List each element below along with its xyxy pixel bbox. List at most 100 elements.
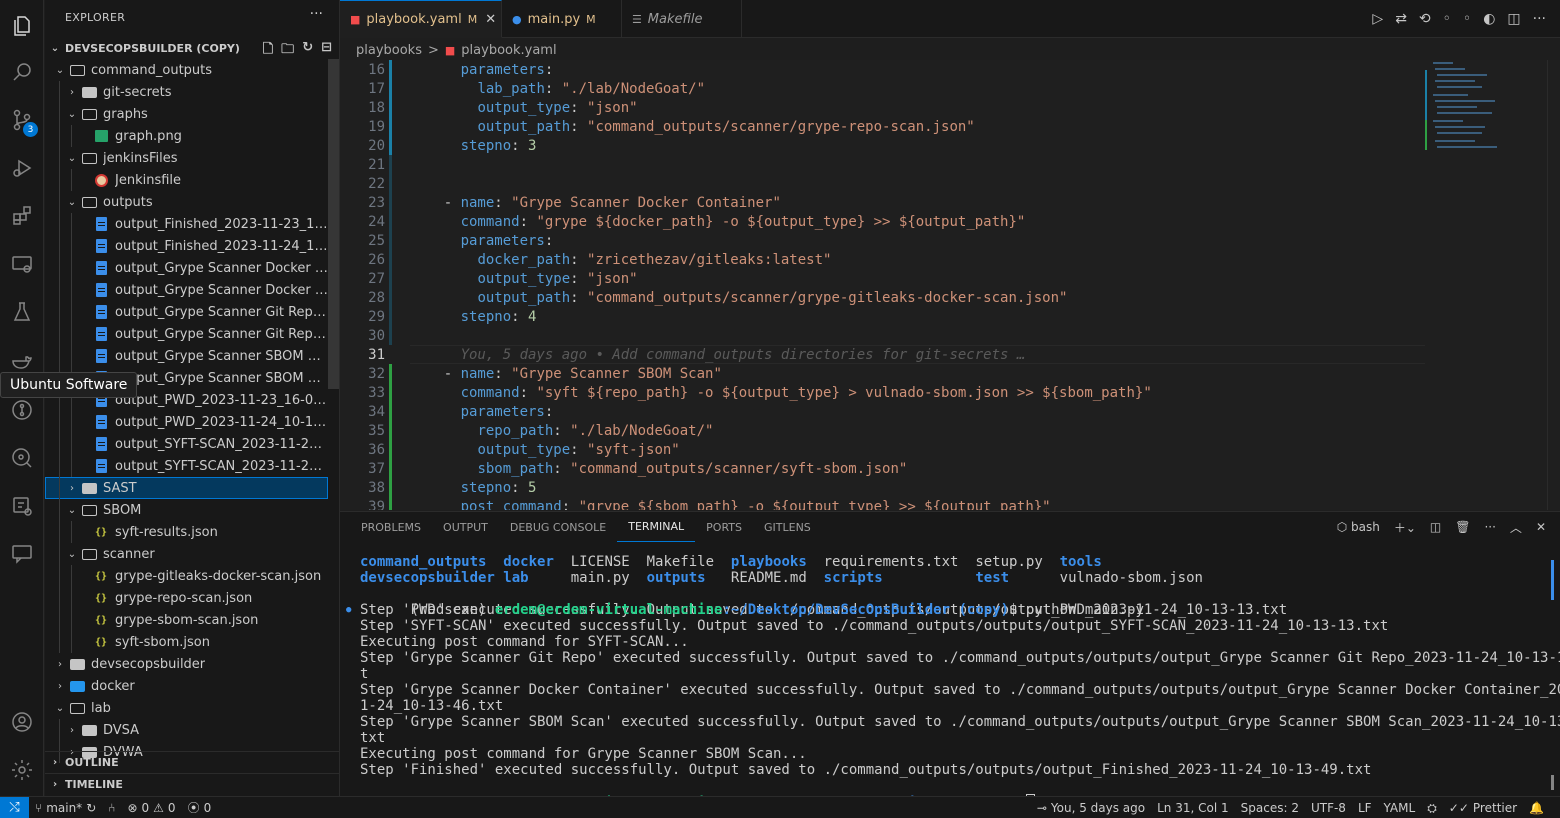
code-line[interactable]: command: "grype ${docker_path} -o ${outp…	[410, 213, 1026, 232]
search-icon[interactable]	[0, 50, 44, 94]
more-actions-icon[interactable]: ···	[1533, 11, 1546, 27]
panel-tab[interactable]: PORTS	[695, 512, 753, 542]
tab-playbook-yaml[interactable]: ■ playbook.yaml M ✕	[340, 0, 502, 38]
code-line[interactable]: output_path: "command_outputs/scanner/gr…	[410, 289, 1067, 308]
ports-indicator[interactable]: ⦿ 0	[182, 799, 218, 816]
panel-tab[interactable]: OUTPUT	[432, 512, 499, 542]
extensions-icon[interactable]	[0, 194, 44, 238]
code-line[interactable]: lab_path: "./lab/NodeGoat/"	[410, 80, 705, 99]
tree-item[interactable]: ⌄ lab	[45, 697, 328, 719]
split-terminal-icon[interactable]: ◫	[1430, 520, 1441, 534]
containers-icon[interactable]	[0, 484, 44, 528]
tree-item[interactable]: ⌄ SBOM	[45, 499, 328, 521]
tree-item[interactable]: output_Finished_2023-11-24_10-13...	[45, 235, 328, 257]
tree-item[interactable]: output_SYFT-SCAN_2023-11-23_16...	[45, 433, 328, 455]
tree-item[interactable]: › docker	[45, 675, 328, 697]
gitlens-inspect-icon[interactable]	[0, 436, 44, 480]
code-line[interactable]: output_type: "syft-json"	[410, 441, 679, 460]
trash-icon[interactable]: 🗑	[1455, 520, 1470, 534]
tree-item[interactable]: {} grype-gitleaks-docker-scan.json	[45, 565, 328, 587]
tree-item[interactable]: output_Grype Scanner Git Repo_20...	[45, 301, 328, 323]
maximize-panel-icon[interactable]: ︿	[1510, 519, 1522, 536]
terminal-shell-selector[interactable]: ⬡ bash	[1337, 520, 1380, 534]
sync-icon[interactable]: ↻	[86, 801, 96, 815]
breadcrumb-folder[interactable]: playbooks	[356, 43, 422, 58]
code-line[interactable]: stepno: 3	[410, 137, 537, 156]
tree-item[interactable]: {} grype-repo-scan.json	[45, 587, 328, 609]
terminal-output[interactable]: command_outputs docker LICENSE Makefile …	[346, 554, 1560, 811]
breadcrumb-file[interactable]: playbook.yaml	[461, 43, 556, 58]
tree-item[interactable]: › DVSA	[45, 719, 328, 741]
settings-gear-icon[interactable]	[0, 748, 44, 792]
language-mode[interactable]: YAML	[1378, 801, 1422, 815]
tab-main-py[interactable]: ● main.py M	[502, 0, 622, 38]
indentation[interactable]: Spaces: 2	[1235, 801, 1305, 815]
compare-changes-icon[interactable]: ⇄	[1395, 11, 1407, 27]
panel-tab[interactable]: GITLENS	[753, 512, 822, 542]
source-control-icon[interactable]: 3	[0, 98, 44, 142]
next-change-icon[interactable]: ◦	[1463, 11, 1471, 27]
tree-item[interactable]: output_Grype Scanner Git Repo_20...	[45, 323, 328, 345]
tree-item[interactable]: graph.png	[45, 125, 328, 147]
branch-indicator[interactable]: ⑂ main* ↻	[29, 801, 102, 815]
gitlens-blame-status[interactable]: ⊸ You, 5 days ago	[1031, 801, 1151, 815]
sidebar-scrollbar[interactable]	[328, 59, 339, 389]
testing-icon[interactable]	[0, 290, 44, 334]
code-line[interactable]: post_command: "grype ${sbom_path} -o ${o…	[410, 498, 1051, 510]
gitlens-blame-icon[interactable]: ◐	[1483, 11, 1495, 27]
outline-section[interactable]: › OUTLINE	[45, 751, 339, 773]
encoding[interactable]: UTF-8	[1305, 801, 1352, 815]
tree-item[interactable]: {} grype-sbom-scan.json	[45, 609, 328, 631]
tree-item[interactable]: › SAST	[45, 477, 328, 499]
code-line[interactable]: sbom_path: "command_outputs/scanner/syft…	[410, 460, 907, 479]
panel-tab[interactable]: PROBLEMS	[350, 512, 432, 542]
code-line[interactable]: parameters:	[410, 61, 554, 80]
code-line[interactable]: You, 5 days ago • Add command_outputs di…	[410, 346, 1026, 365]
tab-makefile[interactable]: ☰ Makefile	[622, 0, 742, 38]
remote-explorer-icon[interactable]	[0, 242, 44, 286]
tree-item[interactable]: output_Grype Scanner Docker Cont...	[45, 257, 328, 279]
close-icon[interactable]: ✕	[1536, 520, 1546, 534]
minimap[interactable]	[1425, 60, 1547, 510]
more-actions-icon[interactable]: ···	[1484, 520, 1495, 534]
terminal-scrollbar[interactable]	[1551, 560, 1554, 790]
prettier-status[interactable]: ✓✓ Prettier	[1443, 801, 1523, 815]
end-of-line[interactable]: LF	[1352, 801, 1378, 815]
code-line[interactable]: output_path: "command_outputs/scanner/gr…	[410, 118, 974, 137]
code-line[interactable]: command: "syft ${repo_path} -o ${output_…	[410, 384, 1152, 403]
code-line[interactable]: stepno: 4	[410, 308, 537, 327]
tree-item[interactable]: {} syft-sbom.json	[45, 631, 328, 653]
panel-tab[interactable]: TERMINAL	[617, 512, 696, 542]
editor-scrollbar[interactable]	[1547, 60, 1560, 510]
code-line[interactable]: output_type: "json"	[410, 270, 637, 289]
remote-indicator-icon[interactable]: ⤭	[0, 796, 29, 818]
tree-item[interactable]: ⌄ jenkinsFiles	[45, 147, 328, 169]
previous-change-icon[interactable]: ◦	[1443, 11, 1451, 27]
tree-item[interactable]: ⌄ outputs	[45, 191, 328, 213]
tree-item[interactable]: › git-secrets	[45, 81, 328, 103]
close-icon[interactable]: ✕	[485, 12, 496, 27]
code-editor[interactable]: 16 parameters: 17 lab_path: "./lab/NodeGo…	[340, 60, 1425, 510]
tree-item[interactable]: ⌄ scanner	[45, 543, 328, 565]
explorer-icon[interactable]	[0, 4, 44, 48]
code-line[interactable]: docker_path: "zricethezav/gitleaks:lates…	[410, 251, 831, 270]
code-line[interactable]: - name: "Grype Scanner Docker Container"	[410, 194, 781, 213]
open-changes-icon[interactable]: ⟲	[1419, 11, 1431, 27]
split-editor-icon[interactable]: ◫	[1507, 11, 1520, 27]
tree-item[interactable]: output_Finished_2023-11-23_16-04...	[45, 213, 328, 235]
tree-item[interactable]: output_Grype Scanner SBOM Scan_...	[45, 345, 328, 367]
tree-item[interactable]: output_PWD_2023-11-24_10-13-13...	[45, 411, 328, 433]
problems-indicator[interactable]: ⊗ 0 ⚠ 0	[121, 801, 181, 815]
tree-item[interactable]: Jenkinsfile	[45, 169, 328, 191]
tree-item[interactable]: output_SYFT-SCAN_2023-11-24_10...	[45, 455, 328, 477]
gitlens-graph-icon[interactable]: ⑃	[102, 801, 121, 815]
copilot-icon[interactable]: ⛭	[1421, 801, 1443, 816]
code-line[interactable]: repo_path: "./lab/NodeGoat/"	[410, 422, 713, 441]
code-line[interactable]: - name: "Grype Scanner SBOM Scan"	[410, 365, 722, 384]
panel-tab[interactable]: DEBUG CONSOLE	[499, 512, 617, 542]
tree-item[interactable]: output_Grype Scanner Docker Cont...	[45, 279, 328, 301]
code-line[interactable]: parameters:	[410, 403, 554, 422]
code-line[interactable]: stepno: 5	[410, 479, 537, 498]
code-line[interactable]: parameters:	[410, 232, 554, 251]
tree-item[interactable]: {} syft-results.json	[45, 521, 328, 543]
